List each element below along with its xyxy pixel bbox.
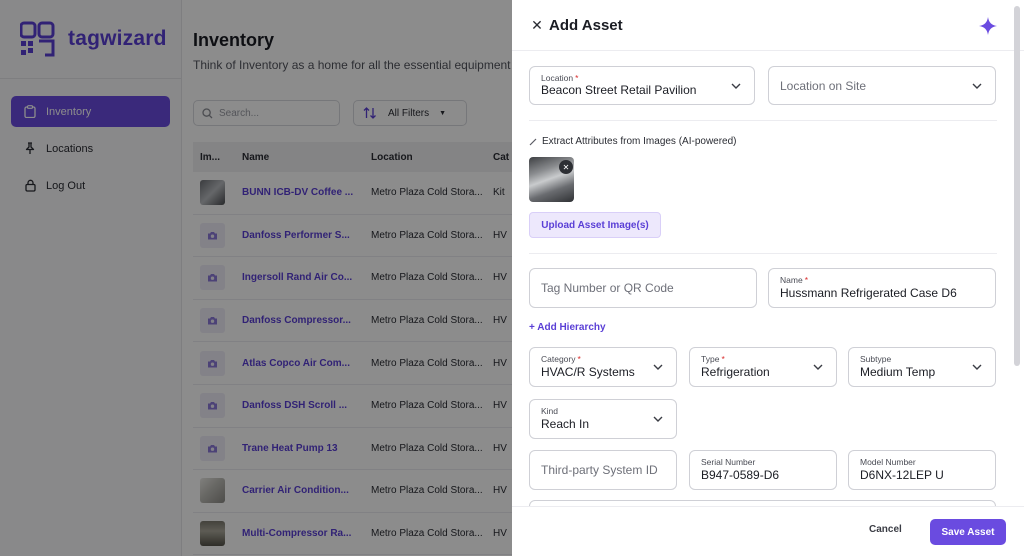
- chevron-down-icon: [972, 83, 982, 89]
- tag-number-input[interactable]: Tag Number or QR Code: [529, 268, 757, 308]
- divider: [529, 120, 997, 121]
- chevron-down-icon: [653, 364, 663, 370]
- kind-value: Reach In: [541, 417, 590, 431]
- sparkle-icon[interactable]: [978, 16, 998, 36]
- kind-select[interactable]: Kind Reach In: [529, 399, 677, 439]
- subtype-value: Medium Temp: [860, 365, 936, 379]
- name-input[interactable]: Name * Hussmann Refrigerated Case D6: [768, 268, 996, 308]
- type-value: Refrigeration: [701, 365, 770, 379]
- type-label: Type *: [701, 354, 725, 364]
- type-select[interactable]: Type * Refrigeration: [689, 347, 837, 387]
- third-party-placeholder: Third-party System ID: [541, 463, 658, 477]
- serial-number-label: Serial Number: [701, 457, 756, 467]
- serial-number-input[interactable]: Serial Number B947-0589-D6: [689, 450, 837, 490]
- location-select[interactable]: Location * Beacon Street Retail Pavilion: [529, 66, 755, 105]
- chevron-down-icon: [972, 364, 982, 370]
- drawer-header: ✕ Add Asset: [512, 0, 1024, 51]
- chevron-down-icon: [731, 83, 741, 89]
- save-asset-button[interactable]: Save Asset: [930, 519, 1006, 545]
- chevron-down-icon: [653, 416, 663, 422]
- extract-attributes-label: Extract Attributes from Images (AI-power…: [529, 136, 737, 147]
- upload-asset-images-button[interactable]: Upload Asset Image(s): [529, 212, 661, 238]
- close-icon[interactable]: ✕: [529, 17, 545, 33]
- serial-number-value: B947-0589-D6: [701, 468, 780, 482]
- cancel-button[interactable]: Cancel: [869, 524, 902, 535]
- third-party-id-input[interactable]: Third-party System ID: [529, 450, 677, 490]
- add-hierarchy-link[interactable]: + Add Hierarchy: [529, 322, 606, 333]
- model-number-input[interactable]: Model Number D6NX-12LEP U: [848, 450, 996, 490]
- category-value: HVAC/R Systems: [541, 365, 635, 379]
- subtype-select[interactable]: Subtype Medium Temp: [848, 347, 996, 387]
- scrollbar[interactable]: [1014, 6, 1020, 366]
- location-on-site-placeholder: Location on Site: [780, 78, 867, 93]
- divider: [529, 253, 997, 254]
- location-label: Location *: [541, 73, 579, 83]
- name-value: Hussmann Refrigerated Case D6: [780, 286, 957, 300]
- remove-image-icon[interactable]: ✕: [559, 160, 573, 174]
- drawer-title: Add Asset: [549, 17, 623, 34]
- model-number-label: Model Number: [860, 457, 916, 467]
- add-asset-drawer: ✕ Add Asset Location * Beacon Street Reta…: [512, 0, 1024, 556]
- category-label: Category *: [541, 354, 581, 364]
- name-label: Name *: [780, 275, 808, 285]
- location-value: Beacon Street Retail Pavilion: [541, 83, 697, 97]
- subtype-label: Subtype: [860, 354, 892, 364]
- model-number-value: D6NX-12LEP U: [860, 468, 944, 482]
- location-on-site-select[interactable]: Location on Site: [768, 66, 996, 105]
- chevron-down-icon: [813, 364, 823, 370]
- wand-icon: [529, 138, 537, 146]
- drawer-footer: Cancel Save Asset: [512, 506, 1024, 556]
- kind-label: Kind: [541, 406, 559, 416]
- category-select[interactable]: Category * HVAC/R Systems: [529, 347, 677, 387]
- tag-number-placeholder: Tag Number or QR Code: [541, 281, 674, 295]
